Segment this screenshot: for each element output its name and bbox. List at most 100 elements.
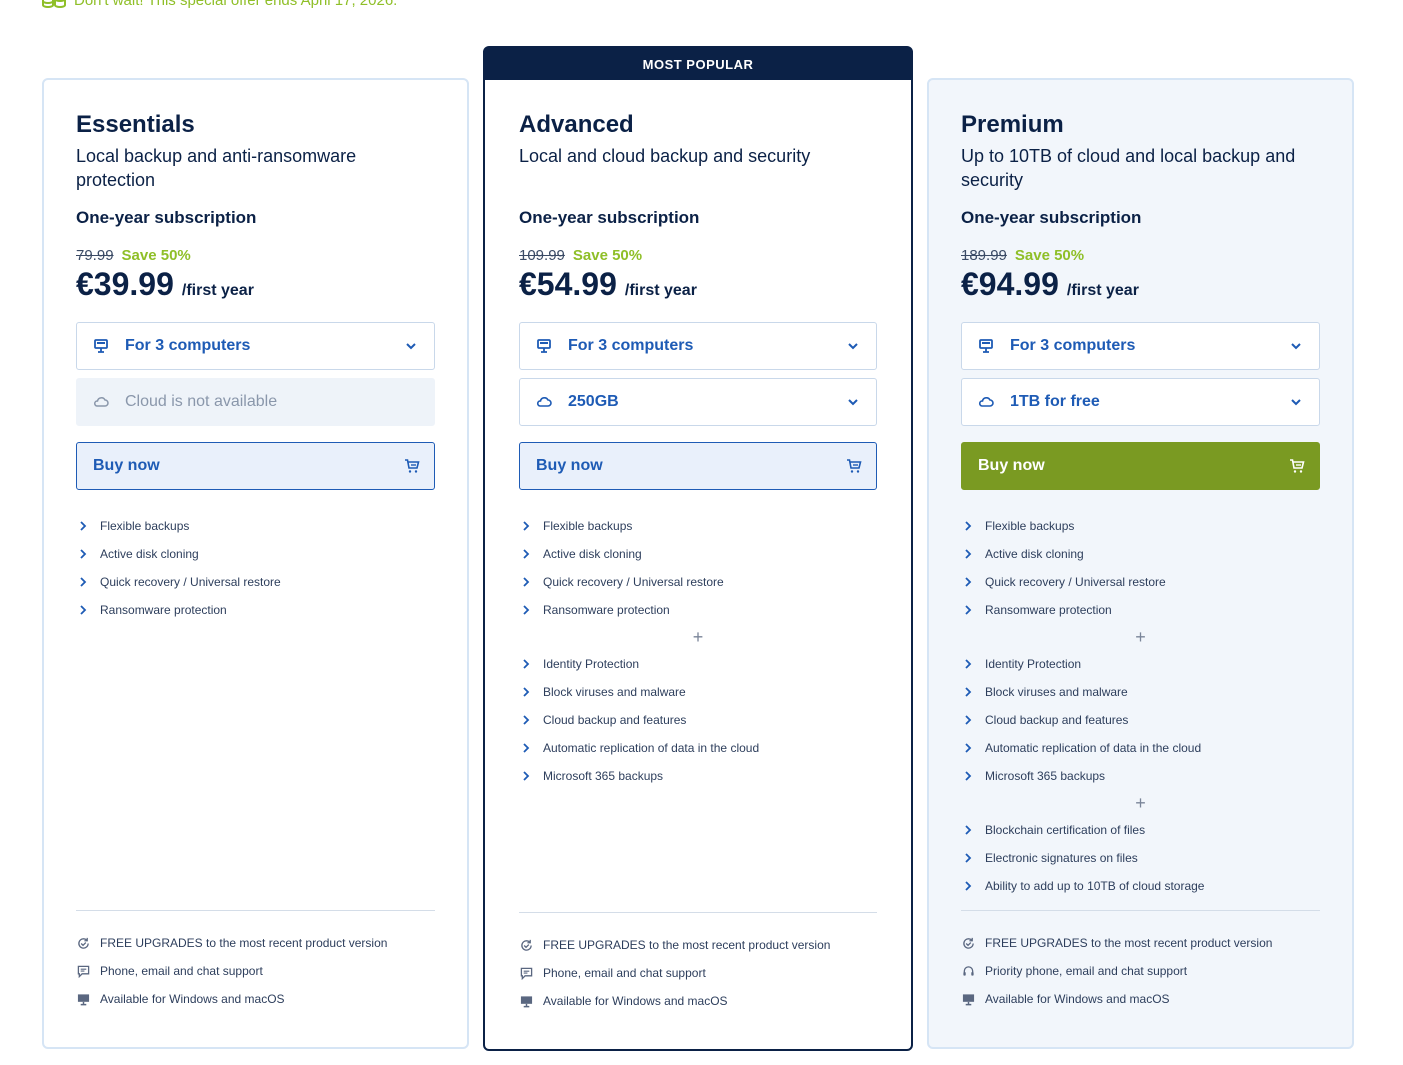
chevron-right-icon: [519, 685, 533, 699]
feature-item: Quick recovery / Universal restore: [76, 568, 435, 596]
old-price-row: 189.99 Save 50%: [961, 244, 1320, 266]
buy-now-label: Buy now: [93, 457, 160, 474]
computers-select[interactable]: For 3 computers: [76, 322, 435, 370]
plus-icon: +: [692, 626, 704, 647]
footer-item-support: Phone, email and chat support: [519, 959, 877, 987]
feature-item: Cloud backup and features: [519, 706, 877, 734]
chevron-right-icon: [961, 741, 975, 755]
save-badge: Save 50%: [572, 246, 643, 264]
footer-item-upgrades: FREE UPGRADES to the most recent product…: [519, 931, 877, 959]
footer-item-support: Phone, email and chat support: [76, 957, 435, 985]
computers-select-value: For 3 computers: [125, 337, 251, 354]
feature-item: Microsoft 365 backups: [961, 762, 1320, 790]
cloud-icon: [536, 394, 552, 410]
plan-card-advanced: MOST POPULAR Advanced Local and cloud ba…: [483, 46, 913, 1051]
chevron-right-icon: [961, 879, 975, 893]
price-row: €54.99 /first year: [519, 266, 877, 304]
cloud-storage-select[interactable]: 1TB for free: [961, 378, 1320, 426]
old-price: 189.99: [961, 246, 1007, 264]
chevron-right-icon: [961, 547, 975, 561]
chevron-right-icon: [519, 603, 533, 617]
chevron-right-icon: [961, 823, 975, 837]
chevron-down-icon: [404, 339, 418, 353]
feature-list: Flexible backups Active disk cloning Qui…: [76, 512, 435, 624]
plan-card-premium: Premium Up to 10TB of cloud and local ba…: [927, 78, 1354, 1049]
computers-select-value: For 3 computers: [1010, 337, 1136, 354]
buy-now-button[interactable]: Buy now: [76, 442, 435, 490]
cloud-storage-select[interactable]: 250GB: [519, 378, 877, 426]
old-price-row: 79.99 Save 50%: [76, 244, 435, 266]
cart-icon: [404, 458, 420, 474]
buy-now-label: Buy now: [978, 457, 1045, 474]
footer-item-upgrades: FREE UPGRADES to the most recent product…: [961, 929, 1320, 957]
feature-item: Identity Protection: [519, 650, 877, 678]
chevron-down-icon: [1289, 395, 1303, 409]
price: €39.99: [76, 266, 174, 302]
feature-item: Active disk cloning: [76, 540, 435, 568]
desktop-icon: [76, 992, 90, 1006]
chevron-right-icon: [519, 769, 533, 783]
plan-description: Local and cloud backup and security: [519, 146, 811, 166]
feature-item: Block viruses and malware: [961, 678, 1320, 706]
feature-item: Flexible backups: [519, 512, 877, 540]
footer-item-platforms: Available for Windows and macOS: [76, 985, 435, 1013]
price: €94.99: [961, 266, 1059, 302]
divider: [961, 910, 1320, 911]
feature-item: Flexible backups: [76, 512, 435, 540]
computers-select[interactable]: For 3 computers: [519, 322, 877, 370]
buy-now-button[interactable]: Buy now: [961, 442, 1320, 490]
divider: [519, 912, 877, 913]
price-row: €39.99 /first year: [76, 266, 435, 304]
most-popular-badge: MOST POPULAR: [485, 48, 911, 80]
feature-item: Ransomware protection: [961, 596, 1320, 624]
monitor-icon: [536, 338, 552, 354]
cloud-icon: [978, 394, 994, 410]
buy-now-label: Buy now: [536, 457, 603, 474]
chevron-right-icon: [76, 603, 90, 617]
plan-name: Premium: [961, 111, 1064, 138]
plan-footer: FREE UPGRADES to the most recent product…: [519, 912, 877, 1015]
feature-item: Blockchain certification of files: [961, 816, 1320, 844]
save-badge: Save 50%: [1014, 246, 1085, 264]
chevron-right-icon: [76, 547, 90, 561]
coins-icon: [42, 0, 66, 9]
desktop-icon: [961, 992, 975, 1006]
chevron-right-icon: [961, 769, 975, 783]
chevron-right-icon: [961, 519, 975, 533]
cart-icon: [846, 458, 862, 474]
footer-item-support: Priority phone, email and chat support: [961, 957, 1320, 985]
feature-item: Automatic replication of data in the clo…: [961, 734, 1320, 762]
feature-item: Identity Protection: [961, 650, 1320, 678]
chat-icon: [519, 966, 533, 980]
feature-item: Ransomware protection: [76, 596, 435, 624]
chevron-right-icon: [76, 575, 90, 589]
old-price: 109.99: [519, 246, 565, 264]
computers-select[interactable]: For 3 computers: [961, 322, 1320, 370]
chevron-down-icon: [1289, 339, 1303, 353]
feature-item: Quick recovery / Universal restore: [519, 568, 877, 596]
feature-item: Automatic replication of data in the clo…: [519, 734, 877, 762]
feature-item: Block viruses and malware: [519, 678, 877, 706]
chevron-right-icon: [961, 575, 975, 589]
old-price: 79.99: [76, 246, 114, 264]
feature-item: Ability to add up to 10TB of cloud stora…: [961, 872, 1320, 900]
cart-icon: [1289, 458, 1305, 474]
plan-name: Advanced: [519, 111, 634, 138]
feature-item: Active disk cloning: [519, 540, 877, 568]
plan-description: Local backup and anti-ransomware protect…: [76, 146, 357, 190]
chevron-right-icon: [961, 657, 975, 671]
cloud-select-value: 250GB: [568, 393, 619, 410]
subscription-label: One-year subscription: [961, 208, 1142, 227]
footer-item-platforms: Available for Windows and macOS: [961, 985, 1320, 1013]
chevron-right-icon: [76, 519, 90, 533]
computers-select-value: For 3 computers: [568, 337, 694, 354]
feature-item: Microsoft 365 backups: [519, 762, 877, 790]
cloud-select-value: 1TB for free: [1010, 393, 1100, 410]
monitor-icon: [93, 338, 109, 354]
buy-now-button[interactable]: Buy now: [519, 442, 877, 490]
save-badge: Save 50%: [121, 246, 191, 264]
desktop-icon: [519, 994, 533, 1008]
price: €54.99: [519, 266, 617, 302]
refresh-check-icon: [76, 936, 90, 950]
feature-list: Flexible backups Active disk cloning Qui…: [519, 512, 877, 790]
